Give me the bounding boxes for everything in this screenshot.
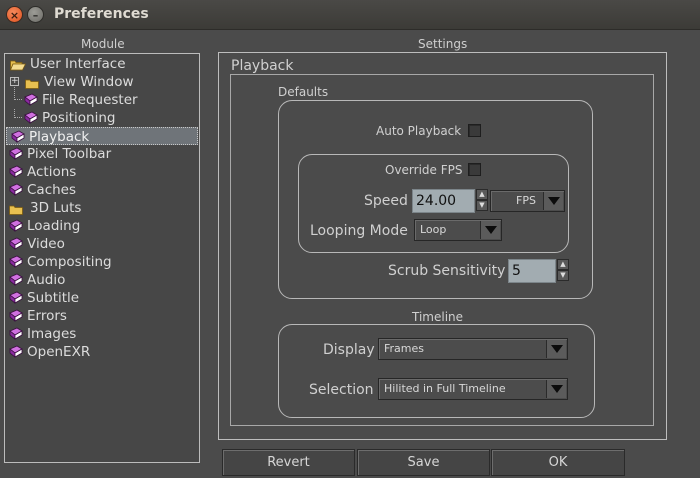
tree-item-label: Pixel Toolbar	[27, 146, 112, 162]
display-dropdown[interactable]: Frames	[378, 338, 568, 360]
tree-item-caches[interactable]: Caches	[5, 181, 199, 199]
scrub-sensitivity-label: Scrub Sensitivity	[388, 263, 506, 279]
tree-item-label: 3D Luts	[30, 200, 82, 216]
scrub-sensitivity-input[interactable]: 5	[508, 259, 556, 283]
speed-unit-value: FPS	[516, 194, 536, 207]
tree-item-compositing[interactable]: Compositing	[5, 253, 199, 271]
book-icon	[9, 291, 23, 304]
display-label: Display	[323, 342, 375, 358]
tree-item-label: Compositing	[27, 254, 112, 270]
tree-item-errors[interactable]: Errors	[5, 307, 199, 325]
chevron-down-icon	[546, 340, 566, 358]
tree-item-label: Actions	[27, 164, 77, 180]
folder-open-icon	[9, 58, 27, 71]
tree-connector	[14, 87, 22, 100]
tree-item-label: Errors	[27, 308, 67, 324]
looping-mode-label: Looping Mode	[310, 223, 408, 239]
tree-item-audio[interactable]: Audio	[5, 271, 199, 289]
settings-header: Settings	[418, 37, 468, 51]
folder-icon	[9, 202, 23, 215]
tree-item-label: Images	[27, 326, 77, 342]
book-icon	[9, 327, 23, 340]
close-window-button[interactable]: ×	[6, 6, 23, 23]
tree-item-openexr[interactable]: OpenEXR	[5, 343, 199, 361]
speed-input[interactable]: 24.00	[412, 189, 475, 213]
tree-item-positioning[interactable]: Positioning	[5, 109, 199, 127]
tree-item-playback[interactable]: Playback	[6, 127, 198, 145]
book-icon	[9, 183, 23, 196]
folder-icon	[25, 76, 39, 89]
selection-dropdown[interactable]: Hilited in Full Timeline	[378, 378, 568, 400]
speed-spinner[interactable]: ▲ ▼	[476, 189, 488, 211]
module-tree[interactable]: User Interface + View Window File Requester…	[4, 53, 200, 463]
book-icon	[9, 147, 23, 160]
book-icon	[9, 345, 23, 358]
scrub-spinner[interactable]: ▲ ▼	[557, 259, 569, 281]
scrub-down-arrow-icon[interactable]: ▼	[557, 270, 569, 281]
expand-icon[interactable]: +	[10, 77, 19, 86]
revert-button[interactable]: Revert	[222, 449, 355, 476]
tree-item-label: File Requester	[42, 92, 138, 108]
chevron-down-icon	[543, 192, 563, 210]
book-icon	[9, 237, 23, 250]
scrub-up-arrow-icon[interactable]: ▲	[557, 259, 569, 270]
auto-playback-label: Auto Playback	[376, 124, 462, 138]
book-icon	[24, 111, 38, 124]
window-title: Preferences	[54, 6, 149, 22]
looping-mode-value: Loop	[420, 223, 447, 236]
section-title: Playback	[231, 58, 294, 74]
tree-item-label: Positioning	[42, 110, 116, 126]
module-header: Module	[81, 37, 125, 51]
selection-label: Selection	[309, 382, 374, 398]
book-icon	[9, 255, 23, 268]
override-fps-checkbox[interactable]	[468, 163, 481, 176]
speed-label: Speed	[364, 193, 408, 209]
tree-item-video[interactable]: Video	[5, 235, 199, 253]
tree-item-subtitle[interactable]: Subtitle	[5, 289, 199, 307]
tree-item-view-window[interactable]: + View Window	[5, 73, 199, 91]
selection-value: Hilited in Full Timeline	[384, 382, 506, 395]
speed-unit-dropdown[interactable]: FPS	[490, 190, 565, 212]
chevron-down-icon	[480, 221, 500, 239]
tree-item-label: Video	[27, 236, 65, 252]
tree-item-3d-luts[interactable]: 3D Luts	[5, 199, 199, 217]
tree-item-pixel-toolbar[interactable]: Pixel Toolbar	[5, 145, 199, 163]
looping-mode-dropdown[interactable]: Loop	[414, 219, 502, 241]
ok-button[interactable]: OK	[491, 449, 625, 476]
speed-down-arrow-icon[interactable]: ▼	[476, 200, 488, 211]
tree-item-images[interactable]: Images	[5, 325, 199, 343]
tree-connector	[14, 109, 22, 118]
chevron-down-icon	[546, 380, 566, 398]
tree-item-label: Loading	[27, 218, 81, 234]
tree-item-user-interface[interactable]: User Interface	[5, 55, 199, 73]
book-icon	[9, 309, 23, 322]
title-bar: × – Preferences	[0, 0, 700, 30]
tree-item-loading[interactable]: Loading	[5, 217, 199, 235]
tree-item-label: User Interface	[30, 56, 126, 72]
tree-item-actions[interactable]: Actions	[5, 163, 199, 181]
auto-playback-checkbox[interactable]	[468, 124, 481, 137]
tree-item-label: View Window	[44, 74, 134, 90]
timeline-group-title: Timeline	[412, 310, 464, 324]
speed-up-arrow-icon[interactable]: ▲	[476, 189, 488, 200]
book-icon	[9, 273, 23, 286]
defaults-group-title: Defaults	[278, 85, 329, 99]
tree-item-label: OpenEXR	[27, 344, 91, 360]
display-value: Frames	[384, 342, 425, 355]
tree-item-label: Subtitle	[27, 290, 80, 306]
book-icon	[11, 130, 25, 143]
book-icon	[24, 93, 38, 106]
book-icon	[9, 165, 23, 178]
book-icon	[9, 219, 23, 232]
tree-item-label: Caches	[27, 182, 77, 198]
minimize-window-button[interactable]: –	[27, 6, 44, 23]
tree-item-file-requester[interactable]: File Requester	[5, 87, 199, 109]
override-fps-label: Override FPS	[385, 163, 463, 177]
tree-item-label: Playback	[29, 129, 90, 145]
save-button[interactable]: Save	[357, 449, 490, 476]
tree-item-label: Audio	[27, 272, 66, 288]
